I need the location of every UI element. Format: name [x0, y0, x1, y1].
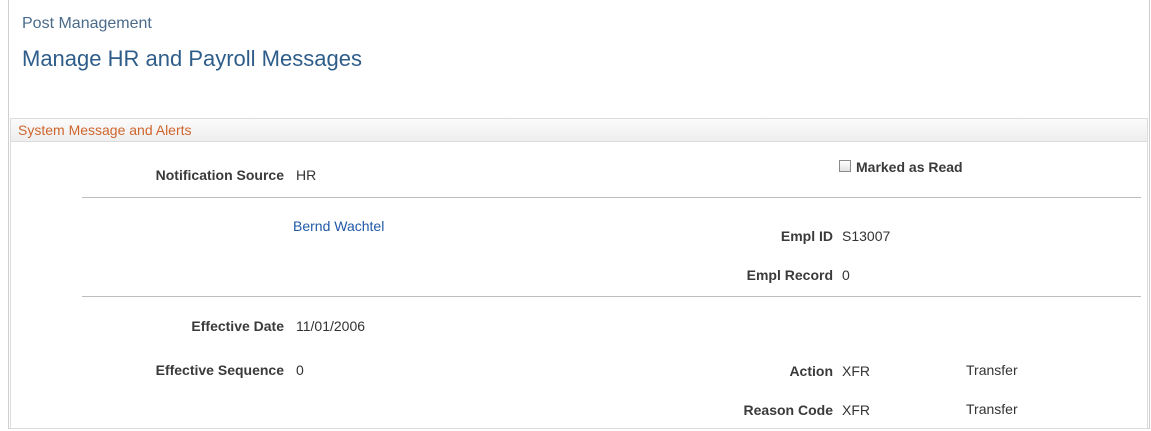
- divider: [82, 296, 1141, 297]
- divider: [82, 197, 1141, 198]
- empl-record-value: 0: [842, 267, 850, 283]
- empl-record-label: Empl Record: [746, 267, 833, 283]
- marked-as-read-checkbox[interactable]: [839, 160, 851, 172]
- system-message-group: System Message and Alerts: [10, 118, 1148, 429]
- empl-id-label: Empl ID: [780, 228, 833, 244]
- group-title: System Message and Alerts: [18, 122, 192, 138]
- effective-sequence-label: Effective Sequence: [155, 362, 284, 378]
- action-description: Transfer: [966, 362, 1018, 378]
- notification-source-label: Notification Source: [155, 167, 284, 183]
- breadcrumb[interactable]: Post Management: [22, 15, 152, 33]
- effective-sequence-value: 0: [296, 362, 304, 378]
- marked-as-read-label[interactable]: Marked as Read: [856, 159, 963, 175]
- page-title: Manage HR and Payroll Messages: [22, 46, 362, 71]
- empl-id-value: S13007: [842, 228, 891, 244]
- reason-code-value: XFR: [842, 402, 870, 418]
- action-label: Action: [789, 363, 833, 379]
- reason-description: Transfer: [966, 401, 1018, 417]
- reason-code-label: Reason Code: [743, 402, 833, 418]
- employee-name-link[interactable]: Bernd Wachtel: [293, 218, 384, 234]
- action-code: XFR: [842, 363, 870, 379]
- notification-source-value: HR: [296, 167, 317, 183]
- group-header: System Message and Alerts: [11, 119, 1147, 142]
- effective-date-value: 11/01/2006: [296, 318, 366, 334]
- effective-date-label: Effective Date: [191, 318, 284, 334]
